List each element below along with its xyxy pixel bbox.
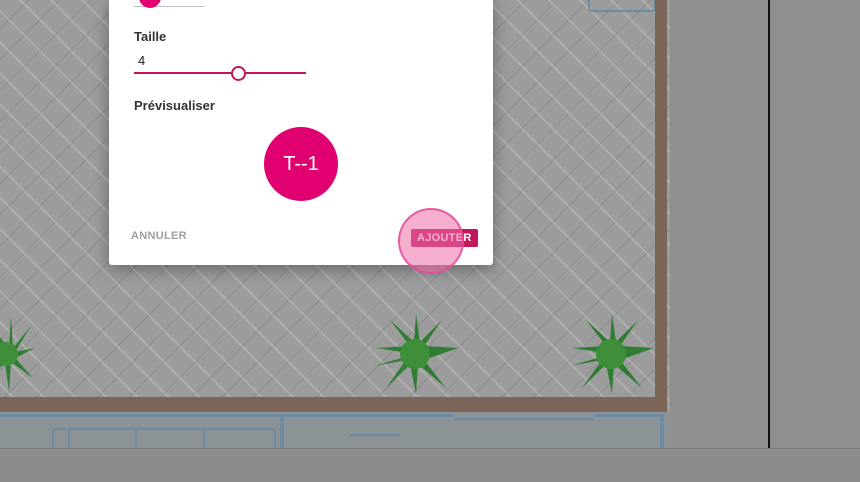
size-value: 4 bbox=[138, 53, 146, 68]
plant-icon bbox=[374, 314, 458, 394]
size-slider-thumb[interactable] bbox=[231, 66, 247, 81]
side-panel bbox=[670, 0, 860, 448]
size-slider[interactable] bbox=[134, 72, 306, 74]
divider-line bbox=[768, 0, 770, 448]
preview-label: Prévisualiser bbox=[134, 98, 215, 113]
preview-table: T--1 bbox=[264, 127, 338, 201]
plan-fixture bbox=[588, 0, 656, 12]
cancel-button[interactable]: ANNULER bbox=[131, 230, 187, 242]
add-button[interactable]: AJOUTER bbox=[411, 229, 478, 247]
plant-icon bbox=[0, 316, 35, 392]
size-label: Taille bbox=[134, 29, 167, 44]
plant-icon bbox=[570, 314, 654, 394]
footer-bar bbox=[0, 448, 860, 482]
plan-wall-bottom bbox=[0, 397, 667, 412]
add-table-dialog: Taille 4 Prévisualiser T--1 ANNULER AJOU… bbox=[109, 0, 493, 265]
plan-lower-area bbox=[0, 412, 670, 450]
plan-wall-right bbox=[655, 0, 667, 412]
